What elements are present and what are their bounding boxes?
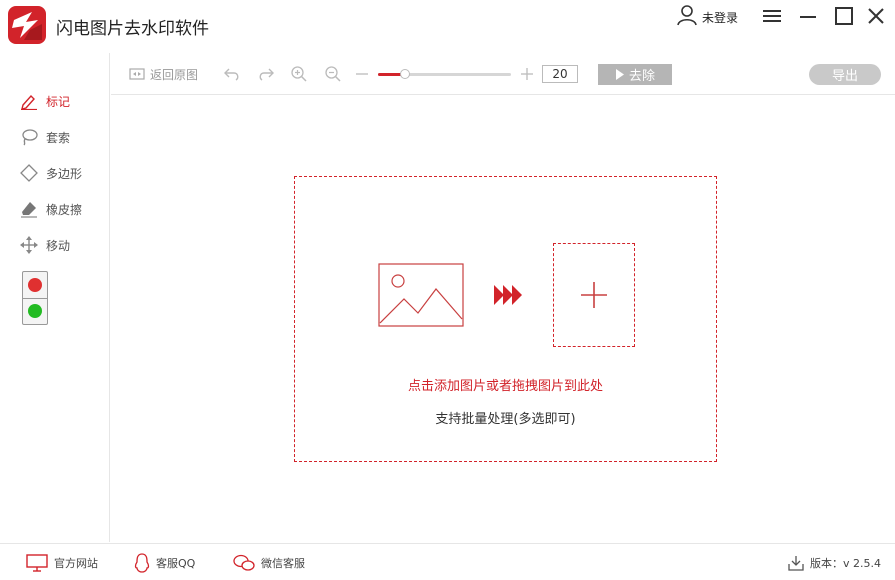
login-button[interactable]: 未登录	[676, 4, 739, 30]
picture-placeholder-icon	[378, 263, 464, 327]
remove-watermark-button[interactable]: 去除	[598, 64, 672, 85]
tool-eraser[interactable]: 橡皮擦	[20, 199, 82, 219]
remove-watermark-label: 去除	[628, 69, 655, 84]
pen-icon	[21, 94, 37, 110]
qq-penguin-icon	[134, 553, 150, 573]
minimize-button[interactable]	[796, 4, 820, 28]
zoom-in-icon	[291, 66, 307, 82]
add-image-button[interactable]	[553, 243, 635, 347]
close-icon	[868, 8, 884, 24]
move-icon	[20, 236, 38, 254]
plus-icon	[521, 68, 533, 80]
title-bar: 闪电图片去水印软件 未登录	[0, 0, 895, 52]
color-green-swatch[interactable]	[28, 304, 42, 318]
zoom-out-button[interactable]	[324, 63, 342, 85]
app-title: 闪电图片去水印软件	[56, 19, 209, 39]
triple-arrow-icon	[494, 285, 522, 305]
eraser-icon	[21, 202, 37, 218]
zoom-decrease-button[interactable]	[355, 63, 369, 85]
export-label: 导出	[831, 69, 858, 84]
version-label: 版本：v 2.5.4	[810, 557, 881, 570]
status-bar: 官方网站 客服QQ 微信客服 版本：v 2.5.4	[0, 543, 895, 580]
tool-eraser-label: 橡皮擦	[46, 202, 83, 217]
edit-toolbar: 返回原图 20 去除 导出	[111, 53, 895, 95]
color-picker	[22, 271, 48, 325]
color-red-swatch[interactable]	[28, 278, 42, 292]
color-divider	[23, 298, 47, 299]
play-icon	[615, 69, 624, 80]
menu-button[interactable]	[760, 4, 784, 28]
qq-support-label: 客服QQ	[156, 557, 196, 570]
image-frame-icon	[129, 68, 145, 80]
app-logo	[8, 6, 46, 44]
download-icon[interactable]	[788, 555, 804, 571]
undo-button[interactable]	[223, 63, 241, 85]
version-info: 版本：v 2.5.4	[788, 553, 881, 573]
zoom-slider-thumb[interactable]	[399, 69, 410, 79]
wechat-support-label: 微信客服	[261, 557, 305, 570]
tool-sidebar: 标记 套索 多边形 橡皮擦 移动	[0, 53, 110, 542]
wechat-support-link[interactable]: 微信客服	[233, 553, 305, 573]
qq-support-link[interactable]: 客服QQ	[134, 553, 195, 573]
tool-mark-label: 标记	[46, 94, 71, 109]
wechat-icon	[233, 554, 255, 571]
zoom-increase-button[interactable]	[520, 63, 534, 85]
plus-icon	[581, 282, 607, 308]
zoom-slider[interactable]	[378, 69, 511, 79]
zoom-in-button[interactable]	[290, 63, 308, 85]
back-to-original-label: 返回原图	[150, 67, 199, 82]
undo-icon	[224, 68, 239, 81]
tool-move[interactable]: 移动	[20, 235, 70, 255]
login-status-label: 未登录	[702, 10, 739, 25]
monitor-icon	[26, 554, 48, 572]
user-icon	[676, 4, 698, 30]
drop-instruction: 点击添加图片或者拖拽图片到此处	[407, 379, 603, 394]
tool-mark[interactable]: 标记	[20, 91, 70, 111]
app-window: 闪电图片去水印软件 未登录 标记 套索 多边形 橡皮擦 移动 返回原图 20 去…	[0, 0, 895, 580]
close-button[interactable]	[864, 4, 888, 28]
official-website-label: 官方网站	[54, 557, 98, 570]
maximize-icon	[835, 7, 853, 25]
official-website-link[interactable]: 官方网站	[26, 553, 98, 573]
tool-lasso[interactable]: 套索	[20, 127, 70, 147]
tool-polygon[interactable]: 多边形	[20, 163, 82, 183]
tool-polygon-label: 多边形	[46, 166, 83, 181]
tool-lasso-label: 套索	[46, 130, 71, 145]
batch-hint: 支持批量处理(多选即可)	[435, 412, 576, 427]
zoom-out-icon	[325, 66, 341, 82]
maximize-button[interactable]	[832, 4, 856, 28]
zoom-value-input[interactable]: 20	[542, 65, 578, 83]
redo-button[interactable]	[257, 63, 275, 85]
menu-icon	[763, 10, 781, 22]
redo-icon	[259, 68, 274, 81]
image-drop-zone[interactable]: 点击添加图片或者拖拽图片到此处 支持批量处理(多选即可)	[294, 176, 717, 462]
tool-move-label: 移动	[46, 238, 71, 253]
minus-icon	[356, 73, 368, 75]
export-button[interactable]: 导出	[809, 64, 881, 85]
minimize-icon	[800, 16, 816, 18]
polygon-icon	[20, 164, 38, 182]
back-to-original-button[interactable]: 返回原图	[129, 63, 198, 85]
lasso-icon	[22, 129, 38, 146]
